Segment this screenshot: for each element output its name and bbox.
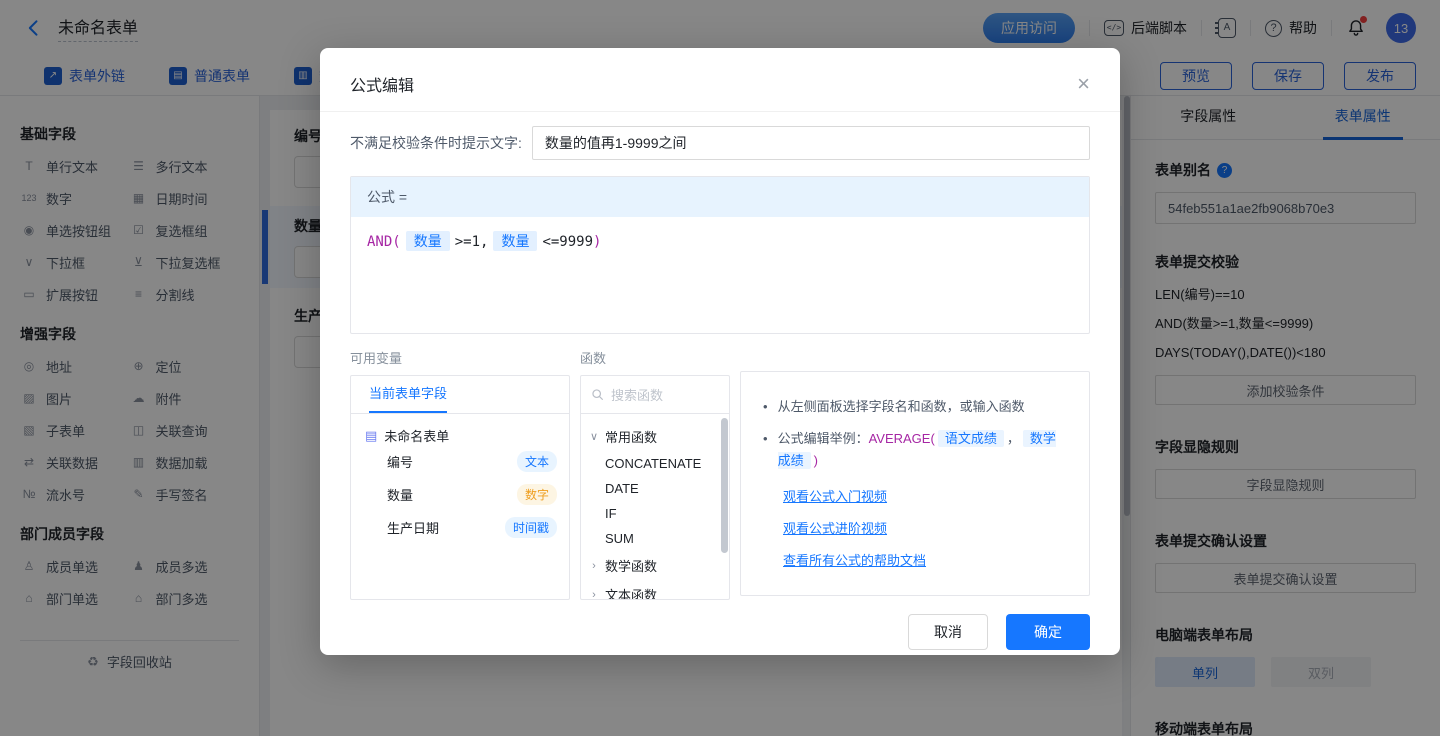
function-item-concatenate[interactable]: CONCATENATE: [581, 451, 729, 476]
function-list: ∨ 常用函数 CONCATENATE DATE IF SUM › 数学函数: [581, 414, 729, 600]
formula-operator: >=1,: [455, 234, 489, 250]
functions-column: 函数 搜索函数 ∨ 常用函数 CONCATENATE DATE: [580, 348, 730, 600]
formula-editor[interactable]: 公式 = AND(数量>=1,数量<=9999): [350, 176, 1090, 334]
type-tag: 数字: [517, 484, 557, 505]
close-icon[interactable]: ×: [1077, 73, 1090, 95]
functions-scrollbar-thumb[interactable]: [721, 418, 728, 553]
link-formula-advanced-video[interactable]: 观看公式进阶视频: [783, 518, 1067, 537]
bullet-dot: •: [763, 428, 768, 472]
formula-editor-modal: 公式编辑 × 不满足校验条件时提示文字: 公式 = AND(数量>=1,数量<=…: [320, 48, 1120, 655]
formula-paren: (: [392, 234, 400, 250]
formula-field-chip[interactable]: 数量: [406, 231, 450, 251]
tip-label: 不满足校验条件时提示文字:: [350, 133, 522, 153]
function-group-math[interactable]: › 数学函数: [581, 551, 729, 580]
help-box: • 从左侧面板选择字段名和函数，或输入函数 • 公式编辑举例：AVERAGE( 语…: [740, 371, 1090, 596]
example-paren: (: [930, 431, 934, 446]
group-label: 常用函数: [605, 427, 657, 446]
help-column: • 从左侧面板选择字段名和函数，或输入函数 • 公式编辑举例：AVERAGE( 语…: [740, 348, 1090, 600]
function-group-common[interactable]: ∨ 常用函数: [581, 422, 729, 451]
variable-name: 生产日期: [387, 518, 439, 537]
help-inner: • 从左侧面板选择字段名和函数，或输入函数 • 公式编辑举例：AVERAGE( 语…: [741, 372, 1089, 596]
formula-input-area[interactable]: AND(数量>=1,数量<=9999): [351, 217, 1089, 333]
function-group-text[interactable]: › 文本函数: [581, 580, 729, 600]
bullet-text: 从左侧面板选择字段名和函数，或输入函数: [778, 396, 1025, 418]
variables-tabrow: 当前表单字段: [351, 376, 569, 414]
formula-header: 公式 =: [351, 177, 1089, 217]
function-search[interactable]: 搜索函数: [581, 376, 729, 414]
bullet-text: 公式编辑举例：AVERAGE(语文成绩，数学成绩): [778, 428, 1067, 472]
tip-row: 不满足校验条件时提示文字:: [350, 126, 1090, 160]
variable-name: 数量: [387, 485, 413, 504]
form-doc-icon: ▤: [365, 428, 377, 444]
help-bullet-1: • 从左侧面板选择字段名和函数，或输入函数: [763, 396, 1067, 418]
example-function: AVERAGE: [869, 431, 931, 446]
app-screen: 未命名表单 应用访问 </> 后端脚本 A ? 帮助 13 ↗: [0, 0, 1440, 736]
modal-footer: 取消 确定: [320, 600, 1120, 670]
function-item-if[interactable]: IF: [581, 501, 729, 526]
link-formula-help-docs[interactable]: 查看所有公式的帮助文档: [783, 550, 1067, 569]
group-label: 文本函数: [605, 585, 657, 600]
modal-panes: 可用变量 当前表单字段 ▤ 未命名表单 编号 文本: [350, 348, 1090, 600]
formula-field-chip[interactable]: 数量: [493, 231, 537, 251]
caret-right-icon: ›: [589, 560, 599, 572]
function-item-date[interactable]: DATE: [581, 476, 729, 501]
caret-right-icon: ›: [589, 589, 599, 601]
function-item-sum[interactable]: SUM: [581, 526, 729, 551]
search-placeholder: 搜索函数: [611, 385, 663, 404]
help-label-spacer: [740, 348, 1090, 363]
cancel-button[interactable]: 取消: [908, 614, 988, 650]
formula-function-token: AND: [367, 234, 392, 250]
group-label: 数学函数: [605, 556, 657, 575]
link-formula-intro-video[interactable]: 观看公式入门视频: [783, 486, 1067, 505]
help-bullet-2: • 公式编辑举例：AVERAGE(语文成绩，数学成绩): [763, 428, 1067, 472]
modal-title: 公式编辑: [350, 72, 414, 96]
caret-down-icon: ∨: [589, 430, 599, 443]
functions-box: 搜索函数 ∨ 常用函数 CONCATENATE DATE IF SUM: [580, 375, 730, 600]
variables-box: 当前表单字段 ▤ 未命名表单 编号 文本: [350, 375, 570, 600]
formula-paren: ): [593, 234, 601, 250]
variables-label: 可用变量: [350, 348, 570, 367]
variables-tree: ▤ 未命名表单 编号 文本 数量 数字: [351, 414, 569, 544]
tree-root-label: 未命名表单: [384, 426, 449, 445]
tree-root-form[interactable]: ▤ 未命名表单: [365, 426, 557, 445]
search-icon: [591, 388, 604, 401]
bullet-dot: •: [763, 396, 768, 418]
functions-label: 函数: [580, 348, 730, 367]
example-paren: ): [814, 453, 818, 468]
formula-operator: <=9999: [542, 234, 593, 250]
variables-column: 可用变量 当前表单字段 ▤ 未命名表单 编号 文本: [350, 348, 570, 600]
variable-name: 编号: [387, 452, 413, 471]
variable-row-quantity[interactable]: 数量 数字: [365, 478, 557, 511]
tip-message-input[interactable]: [532, 126, 1090, 160]
modal-header: 公式编辑 ×: [320, 48, 1120, 112]
example-prefix: 公式编辑举例：: [778, 431, 869, 446]
example-chip: 语文成绩: [938, 430, 1004, 447]
type-tag: 文本: [517, 451, 557, 472]
modal-body: 不满足校验条件时提示文字: 公式 = AND(数量>=1,数量<=9999) 可…: [320, 112, 1120, 600]
type-tag: 时间戳: [505, 517, 557, 538]
example-comma: ，: [1007, 431, 1020, 446]
help-links: 观看公式入门视频 观看公式进阶视频 查看所有公式的帮助文档: [763, 486, 1067, 569]
variable-row-number[interactable]: 编号 文本: [365, 445, 557, 478]
variable-row-production-date[interactable]: 生产日期 时间戳: [365, 511, 557, 544]
confirm-button[interactable]: 确定: [1006, 614, 1090, 650]
tab-current-form-fields[interactable]: 当前表单字段: [369, 383, 447, 413]
